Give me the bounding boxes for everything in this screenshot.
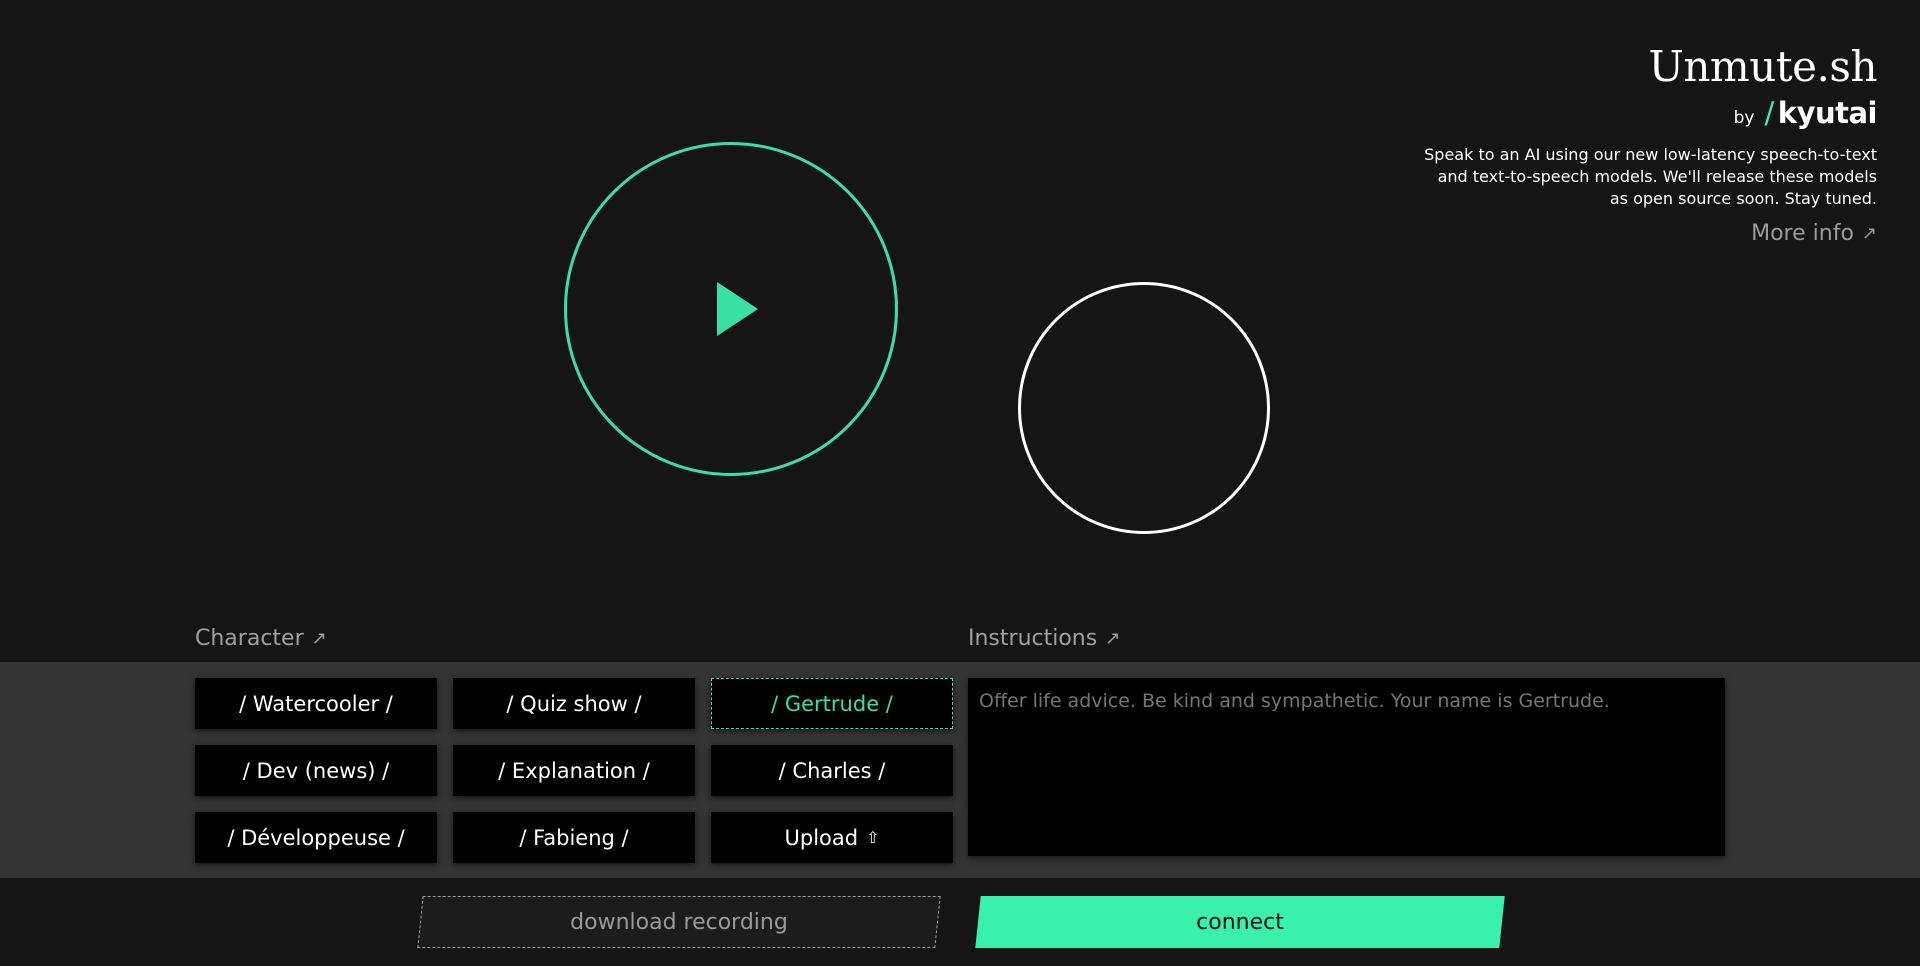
- app-description: Speak to an AI using our new low-latency…: [1424, 145, 1877, 208]
- instructions-input[interactable]: [968, 678, 1725, 856]
- character-button-charles[interactable]: / Charles /: [711, 745, 953, 796]
- character-button-developpeuse[interactable]: / Développeuse /: [195, 812, 437, 863]
- play-icon: [716, 282, 758, 336]
- character-button-dev-news[interactable]: / Dev (news) /: [195, 745, 437, 796]
- play-button[interactable]: [564, 142, 898, 476]
- connect-button-label: connect: [1196, 909, 1284, 935]
- kyutai-logo-slash: /: [1764, 96, 1775, 130]
- download-button-label: download recording: [570, 909, 788, 935]
- more-info-label: More info: [1751, 221, 1854, 246]
- character-button-quiz-show[interactable]: / Quiz show /: [453, 678, 695, 729]
- character-grid: / Watercooler / / Quiz show / / Gertrude…: [195, 678, 953, 863]
- character-section-label: Character: [195, 626, 304, 651]
- ai-voice-circle: [1018, 282, 1270, 534]
- brand-header: Unmute.sh by / kyutai Speak to an AI usin…: [1417, 42, 1877, 246]
- more-info-link[interactable]: More info ↗: [1751, 221, 1877, 246]
- connect-button[interactable]: connect: [975, 896, 1505, 948]
- upload-label: Upload: [784, 825, 859, 850]
- external-arrow-icon: ↗: [1861, 223, 1877, 244]
- external-arrow-icon: ↗: [311, 628, 327, 649]
- brand-byline: by / kyutai: [1417, 96, 1878, 130]
- instructions-section-label: Instructions: [968, 626, 1098, 651]
- upload-button[interactable]: Upload ⇧: [711, 812, 953, 863]
- kyutai-logo-text: kyutai: [1777, 96, 1878, 130]
- instructions-section-link[interactable]: Instructions ↗: [968, 626, 1120, 651]
- character-button-fabieng[interactable]: / Fabieng /: [453, 812, 695, 863]
- kyutai-logo: / kyutai: [1765, 96, 1878, 130]
- character-section-link[interactable]: Character ↗: [195, 626, 327, 651]
- by-text: by: [1733, 108, 1755, 128]
- download-recording-button[interactable]: download recording: [417, 896, 941, 948]
- character-button-explanation[interactable]: / Explanation /: [453, 745, 695, 796]
- character-button-gertrude[interactable]: / Gertrude /: [711, 678, 953, 729]
- app-title: Unmute.sh: [1648, 42, 1877, 91]
- upload-icon: ⇧: [866, 828, 880, 847]
- instructions-box: [968, 678, 1725, 856]
- external-arrow-icon: ↗: [1105, 628, 1121, 649]
- character-button-watercooler[interactable]: / Watercooler /: [195, 678, 437, 729]
